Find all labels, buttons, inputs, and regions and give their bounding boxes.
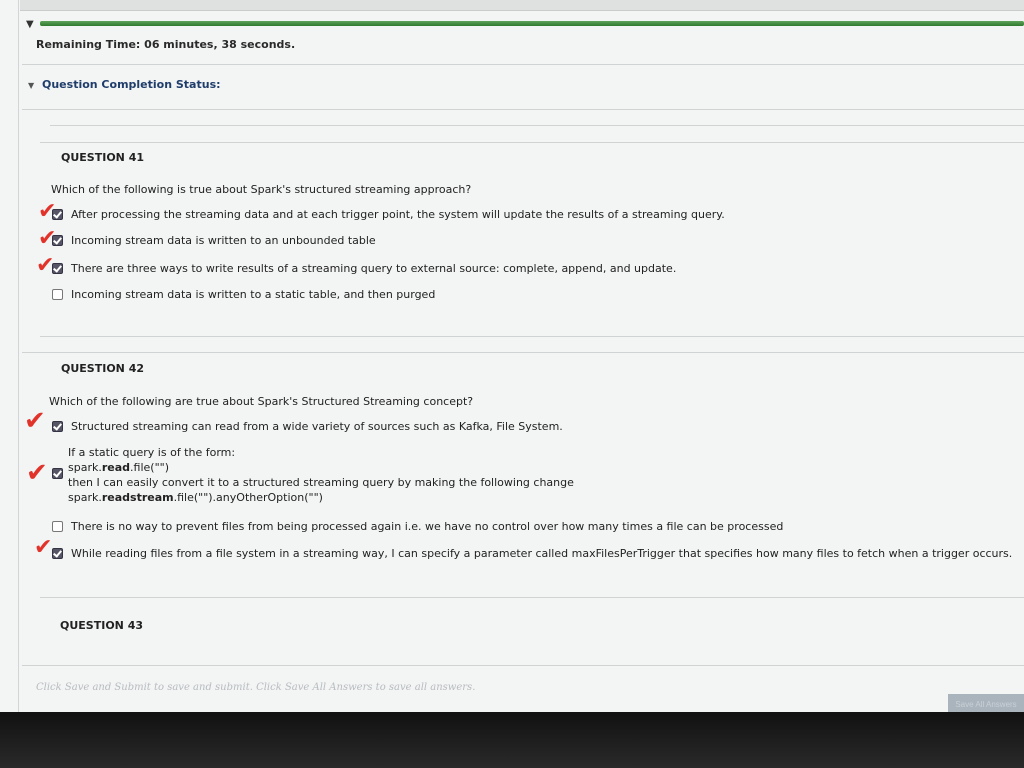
check-mark-annotation-icon: ✔ (38, 199, 57, 224)
checkbox[interactable] (52, 421, 63, 432)
option-label: Structured streaming can read from a wid… (71, 420, 563, 433)
check-mark-annotation-icon: ✔ (36, 253, 55, 278)
timer-label: Remaining Time: (36, 38, 141, 51)
q41-option-4[interactable]: Incoming stream data is written to a sta… (52, 288, 435, 301)
divider (50, 125, 1024, 126)
option-label: While reading files from a file system i… (71, 547, 1013, 560)
question-42-text: Which of the following are true about Sp… (49, 395, 474, 408)
divider (22, 665, 1024, 666)
question-41-title: QUESTION 41 (61, 151, 145, 164)
q41-option-1[interactable]: After processing the streaming data and … (52, 208, 725, 221)
divider (22, 109, 1024, 110)
option-line-code: spark.read.file("") (68, 461, 169, 474)
timer-panel: Remaining Time: 06 minutes, 38 seconds. (22, 28, 1024, 65)
q42-option-4[interactable]: While reading files from a file system i… (52, 547, 1012, 560)
checkbox[interactable] (52, 289, 63, 300)
left-border (18, 0, 19, 712)
option-label: Incoming stream data is written to a sta… (71, 288, 436, 301)
timer-value: 06 minutes, 38 seconds. (144, 38, 296, 51)
footer-instructions: Click Save and Submit to save and submit… (36, 682, 476, 693)
remaining-time: Remaining Time: 06 minutes, 38 seconds. (36, 38, 295, 51)
q41-option-2[interactable]: Incoming stream data is written to an un… (52, 234, 376, 247)
divider (40, 336, 1024, 337)
save-all-answers-button[interactable]: Save All Answers (948, 694, 1024, 712)
question-41-text: Which of the following is true about Spa… (51, 183, 472, 196)
q42-option-1[interactable]: Structured streaming can read from a wid… (52, 420, 563, 433)
option-line: then I can easily convert it to a struct… (68, 476, 574, 489)
check-mark-annotation-icon: ✔ (24, 406, 46, 436)
question-42-title: QUESTION 42 (61, 362, 145, 375)
option-label: After processing the streaming data and … (71, 208, 725, 221)
progress-bar (40, 21, 1024, 26)
check-mark-annotation-icon: ✔ (38, 226, 57, 251)
status-label: Question Completion Status: (42, 78, 221, 91)
option-line-code: spark.readstream.file("").anyOtherOption… (68, 491, 323, 504)
option-label: There is no way to prevent files from be… (71, 520, 784, 533)
q42-option-2[interactable]: If a static query is of the form: spark.… (68, 445, 574, 505)
top-toolbar-strip (20, 0, 1024, 11)
q41-option-3[interactable]: There are three ways to write results of… (52, 262, 676, 275)
divider (22, 352, 1024, 353)
q42-option-3[interactable]: There is no way to prevent files from be… (52, 520, 783, 533)
checkbox[interactable] (52, 548, 63, 559)
quiz-screen: ▼ Remaining Time: 06 minutes, 38 seconds… (0, 0, 1024, 712)
question-completion-status[interactable]: ▼ Question Completion Status: (28, 78, 221, 91)
option-label: Incoming stream data is written to an un… (71, 234, 376, 247)
chevron-down-icon[interactable]: ▼ (28, 81, 34, 90)
divider (40, 597, 1024, 598)
option-label: There are three ways to write results of… (71, 262, 677, 275)
checkbox[interactable] (52, 468, 63, 479)
check-mark-annotation-icon: ✔ (26, 458, 48, 488)
check-mark-annotation-icon: ✔ (34, 535, 53, 560)
divider (40, 142, 1024, 143)
option-line: If a static query is of the form: (68, 446, 236, 459)
question-43-title: QUESTION 43 (60, 619, 144, 632)
monitor-bezel (0, 712, 1024, 768)
checkbox[interactable] (52, 521, 63, 532)
